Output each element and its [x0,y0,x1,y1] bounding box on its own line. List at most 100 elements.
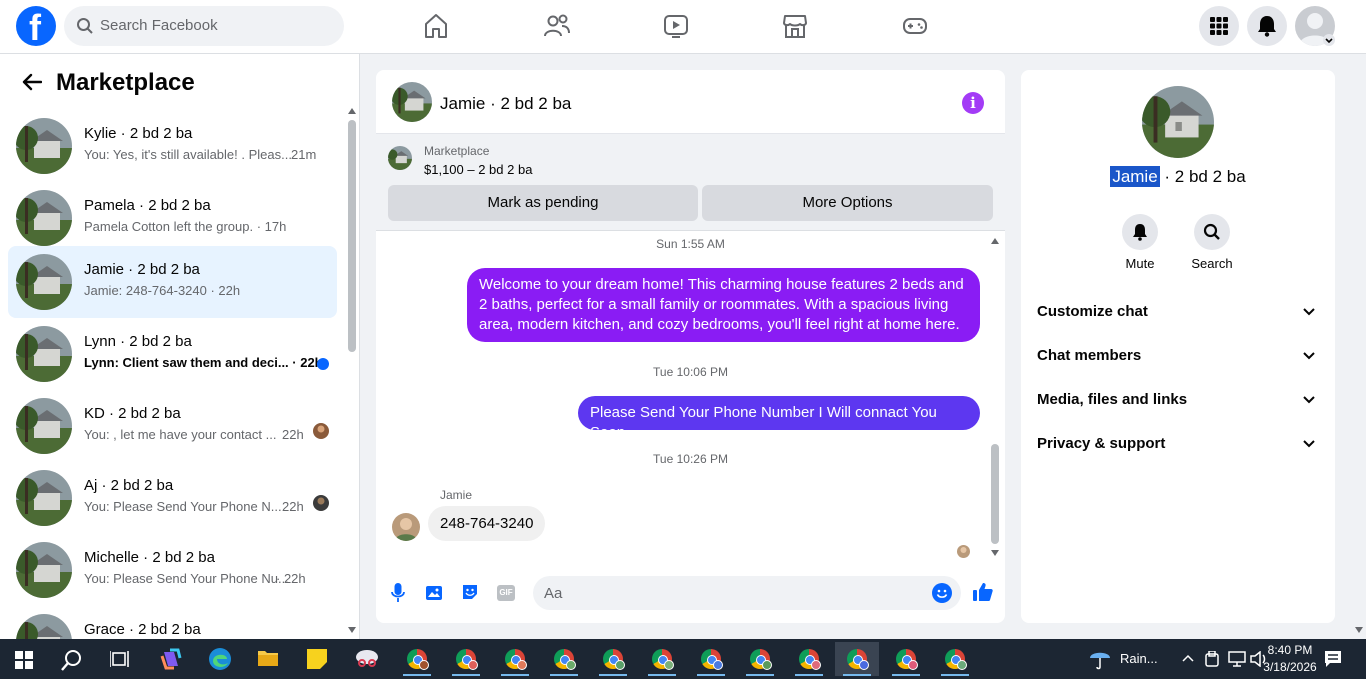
snipping-tool-icon[interactable] [355,648,379,670]
chrome-window-8[interactable] [738,642,782,676]
mute-button[interactable] [1122,214,1158,250]
conversation-item-michelle[interactable]: Michelle · 2 bd 2 ba You: Please Send Yo… [8,534,337,606]
chrome-window-3[interactable] [493,642,537,676]
conversation-item-lynn[interactable]: Lynn · 2 bd 2 ba Lynn: Client saw them a… [8,318,337,390]
notification-center-icon[interactable] [1324,650,1342,668]
photo-attach-icon[interactable] [425,583,443,601]
account-chevron-icon[interactable] [1323,34,1335,46]
back-arrow-icon[interactable] [22,73,42,91]
chat-scroll-up-arrow[interactable] [991,238,999,244]
clock-date[interactable]: 3/18/2026 [1250,660,1330,674]
customize-chat-section[interactable]: Customize chat [1037,303,1319,320]
sender-avatar[interactable] [392,513,420,541]
chrome-window-6[interactable] [640,642,684,676]
conversation-preview: You: Please Send Your Phone Nu... [84,571,289,586]
chrome-window-11[interactable] [884,642,928,676]
profile-badge [615,660,625,670]
conversation-name: Jamie · 2 bd 2 ba [84,261,200,278]
tray-chevron-up-icon[interactable] [1182,654,1194,662]
scroll-up-arrow[interactable] [348,108,356,114]
tray-app-icon[interactable] [1205,651,1219,667]
home-icon[interactable] [424,12,448,40]
facebook-logo-glyph: f [29,7,41,48]
chat-members-section[interactable]: Chat members [1037,347,1319,364]
chrome-window-12[interactable] [933,642,977,676]
profile-badge [762,660,772,670]
listing-price[interactable]: $1,100 – 2 bd 2 ba [424,162,532,177]
running-indicator [501,674,529,676]
running-indicator [403,674,431,676]
chrome-window-10-active[interactable] [835,642,879,676]
windows-start-icon[interactable] [15,651,33,669]
chat-header-avatar[interactable] [392,82,432,122]
conversation-item-kd[interactable]: KD · 2 bd 2 ba You: , let me have your c… [8,390,337,462]
umbrella-rain-icon[interactable] [1088,648,1112,670]
house-avatar [16,398,72,454]
file-explorer-icon[interactable] [257,648,279,668]
chrome-window-4[interactable] [542,642,586,676]
page-scrollbar[interactable] [1352,54,1366,639]
conversation-item-kylie[interactable]: Kylie · 2 bd 2 ba You: Yes, it's still a… [8,110,337,182]
copilot-icon[interactable] [160,648,182,670]
chat-title[interactable]: Jamie · 2 bd 2 ba [440,94,571,114]
search-input[interactable]: Search Facebook [64,6,344,46]
gif-icon[interactable]: GIF [497,585,515,601]
conversation-name: Lynn · 2 bd 2 ba [84,333,192,350]
info-icon[interactable]: i [962,92,984,114]
conversation-time: 22h [282,499,304,514]
chat-scrollbar-thumb[interactable] [991,444,999,544]
sidebar-scrollbar-thumb[interactable] [348,120,356,352]
video-icon[interactable] [663,12,689,40]
chrome-window-9[interactable] [787,642,831,676]
task-view-icon[interactable] [110,650,130,668]
notifications-bell-icon [1258,16,1276,37]
gaming-icon[interactable] [902,12,928,40]
conversation-item-pamela[interactable]: Pamela · 2 bd 2 ba Pamela Cotton left th… [8,182,337,254]
chrome-window-2[interactable] [444,642,488,676]
conversation-info-panel: Jamie · 2 bd 2 ba Mute Search Customize … [1021,70,1335,623]
emoji-icon[interactable] [932,583,952,603]
contact-name-highlighted: Jamie [1110,166,1160,187]
chat-scroll-down-arrow[interactable] [991,550,999,556]
profile-badge [859,660,869,670]
more-options-button[interactable]: More Options [702,185,993,221]
contact-avatar[interactable] [1142,86,1214,158]
friends-icon[interactable] [543,12,571,40]
conversation-name: Grace · 2 bd 2 ba [84,621,201,638]
marketplace-icon[interactable] [783,12,807,40]
facebook-logo[interactable]: f [16,6,56,48]
chat-panel: Jamie · 2 bd 2 ba i Marketplace $1,100 –… [376,70,1005,623]
clock-time[interactable]: 8:40 PM [1258,643,1322,657]
weather-label[interactable]: Rain... [1120,651,1158,666]
sent-message-bubble[interactable]: Welcome to your dream home! This charmin… [467,268,980,342]
edge-browser-icon[interactable] [208,647,232,671]
scroll-down-arrow[interactable] [348,627,356,633]
chrome-window-7[interactable] [689,642,733,676]
taskbar-search-icon[interactable] [61,649,83,671]
conversation-item-aj[interactable]: Aj · 2 bd 2 ba You: Please Send Your Pho… [8,462,337,534]
received-message-bubble[interactable]: 248-764-3240 [428,506,545,541]
mark-as-pending-button[interactable]: Mark as pending [388,185,698,221]
running-indicator [843,674,871,676]
sticky-notes-icon[interactable] [306,648,328,670]
search-in-chat-button[interactable] [1194,214,1230,250]
menu-grid-button[interactable] [1199,6,1239,46]
conversation-time: · 22h [276,571,306,586]
chrome-window-5[interactable] [591,642,635,676]
conversation-item-grace[interactable]: Grace · 2 bd 2 ba [8,606,337,639]
network-icon[interactable] [1228,651,1246,667]
sent-message-bubble[interactable]: Please Send Your Phone Number I Will con… [578,396,980,441]
conversation-item-jamie[interactable]: Jamie · 2 bd 2 ba Jamie: 248-764-3240 · … [8,246,337,318]
notifications-button[interactable] [1247,6,1287,46]
house-avatar [16,326,72,382]
listing-thumbnail[interactable] [388,146,412,170]
message-input[interactable]: Aa [533,576,961,610]
media-files-links-section[interactable]: Media, files and links [1037,391,1319,408]
page-scroll-down-arrow[interactable] [1355,627,1363,633]
chat-header: Jamie · 2 bd 2 ba i [376,70,1005,134]
chrome-window-1[interactable] [395,642,439,676]
sticker-icon[interactable] [461,583,479,601]
microphone-icon[interactable] [391,583,405,603]
privacy-support-section[interactable]: Privacy & support [1037,435,1319,452]
like-thumbs-up-icon[interactable] [973,582,993,602]
